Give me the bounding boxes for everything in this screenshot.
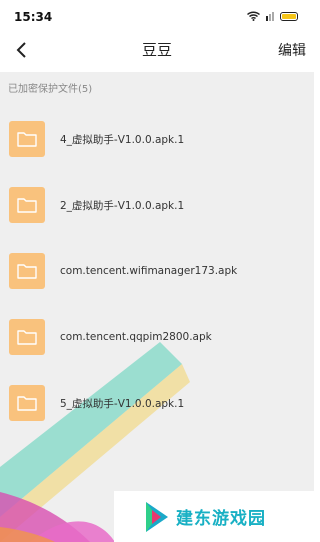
chevron-left-icon [16,42,26,58]
file-name: 5_虚拟助手-V1.0.0.apk.1 [60,397,185,410]
file-name: com.tencent.wifimanager173.apk [60,265,238,277]
list-item[interactable]: 2_虚拟助手-V1.0.0.apk.1 [0,172,314,238]
file-name: 2_虚拟助手-V1.0.0.apk.1 [60,199,185,212]
nav-bar: 豆豆 编辑 [0,36,314,72]
folder-icon [17,264,37,279]
page-title: 豆豆 [141,41,172,59]
watermark: 建东游戏园 [114,491,314,542]
folder-tile [9,319,45,355]
list-item[interactable]: 5_虚拟助手-V1.0.0.apk.1 [0,370,314,436]
folder-tile [9,385,45,421]
file-name: 4_虚拟助手-V1.0.0.apk.1 [60,133,185,146]
file-list: 4_虚拟助手-V1.0.0.apk.1 2_虚拟助手-V1.0.0.apk.1 … [0,106,314,436]
status-time: 15:34 [14,10,53,24]
back-button[interactable] [8,36,36,72]
signal-icon [266,12,274,21]
section-label: 已加密保护文件(5) [8,84,93,95]
folder-icon [17,396,37,411]
folder-tile [9,121,45,157]
list-item[interactable]: com.tencent.wifimanager173.apk [0,238,314,304]
list-item[interactable]: com.tencent.qqpim2800.apk [0,304,314,370]
wifi-icon [247,11,260,21]
status-icons [247,11,298,21]
watermark-logo-icon [146,501,168,532]
folder-icon [17,132,37,147]
folder-icon [17,330,37,345]
file-name: com.tencent.qqpim2800.apk [60,331,212,343]
status-bar: 15:34 [0,0,314,36]
folder-tile [9,187,45,223]
file-list-area: 已加密保护文件(5) 4_虚拟助手-V1.0.0.apk.1 2_虚拟助手-V1… [0,72,314,542]
folder-icon [17,198,37,213]
watermark-text: 建东游戏园 [176,509,266,529]
folder-tile [9,253,45,289]
edit-button[interactable]: 编辑 [278,40,306,60]
list-item[interactable]: 4_虚拟助手-V1.0.0.apk.1 [0,106,314,172]
battery-icon [280,11,298,21]
